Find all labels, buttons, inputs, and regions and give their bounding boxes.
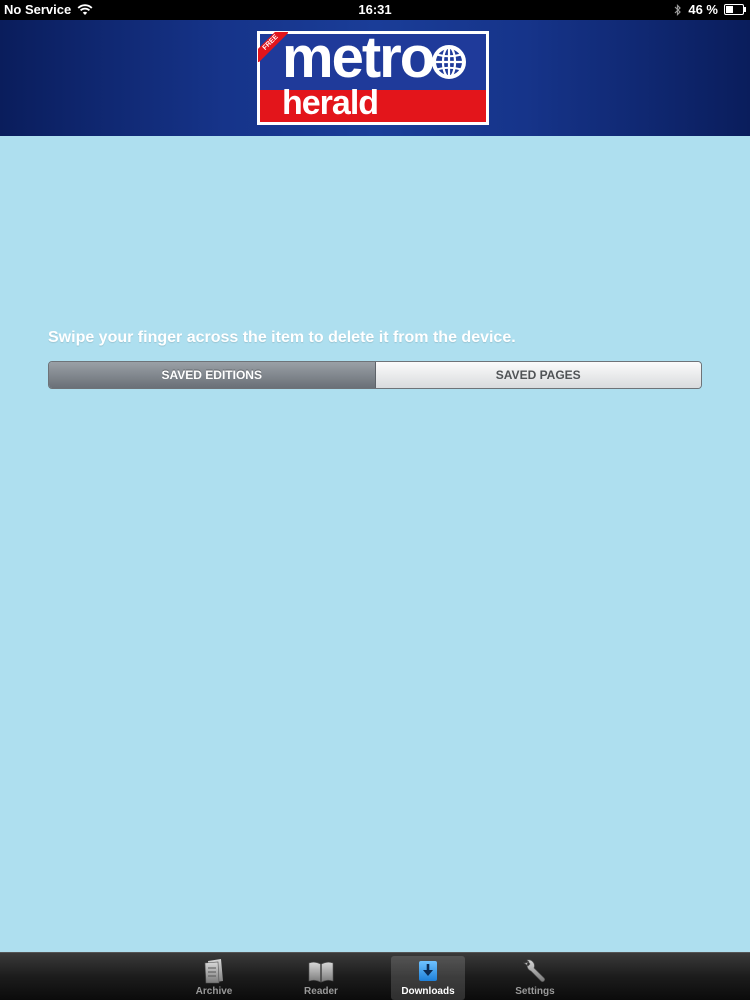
free-badge: FREE <box>258 32 288 62</box>
tab-reader[interactable]: Reader <box>284 956 358 1000</box>
downloads-screen: No Service 16:31 46 % metro herald FREE … <box>0 0 750 1000</box>
battery-percent: 46 % <box>688 2 718 17</box>
status-bar: No Service 16:31 46 % <box>0 0 750 20</box>
tab-settings[interactable]: Settings <box>498 956 572 1000</box>
archive-icon <box>204 959 223 984</box>
battery-icon <box>724 4 746 15</box>
status-time: 16:31 <box>358 2 392 17</box>
logo-metro-text: metro <box>282 25 435 90</box>
tab-bar: Archive Reader Downloads Settings <box>0 952 750 1000</box>
book-icon <box>308 961 334 983</box>
tab-archive[interactable]: Archive <box>177 956 251 1000</box>
tab-settings-label: Settings <box>515 986 555 997</box>
free-badge-label: FREE <box>258 32 288 62</box>
wrench-icon <box>522 959 545 982</box>
tab-reader-label: Reader <box>304 986 338 997</box>
swipe-instruction: Swipe your finger across the item to del… <box>48 329 516 346</box>
download-icon <box>419 961 437 981</box>
globe-icon <box>432 45 466 79</box>
header-banner: metro herald FREE <box>0 20 750 136</box>
segment-saved-editions[interactable]: SAVED EDITIONS <box>49 362 376 388</box>
tab-archive-label: Archive <box>195 986 233 997</box>
battery-fill <box>726 6 733 13</box>
segment-saved-pages[interactable]: SAVED PAGES <box>375 362 701 388</box>
metro-herald-logo: metro herald FREE <box>257 25 489 125</box>
tab-downloads[interactable]: Downloads <box>391 956 465 1000</box>
bluetooth-icon <box>674 3 682 16</box>
logo-herald-text: herald <box>282 84 379 122</box>
downloads-segmented-control: SAVED EDITIONS SAVED PAGES <box>48 361 702 389</box>
status-right: 46 % <box>674 2 746 17</box>
tab-downloads-label: Downloads <box>401 986 455 997</box>
